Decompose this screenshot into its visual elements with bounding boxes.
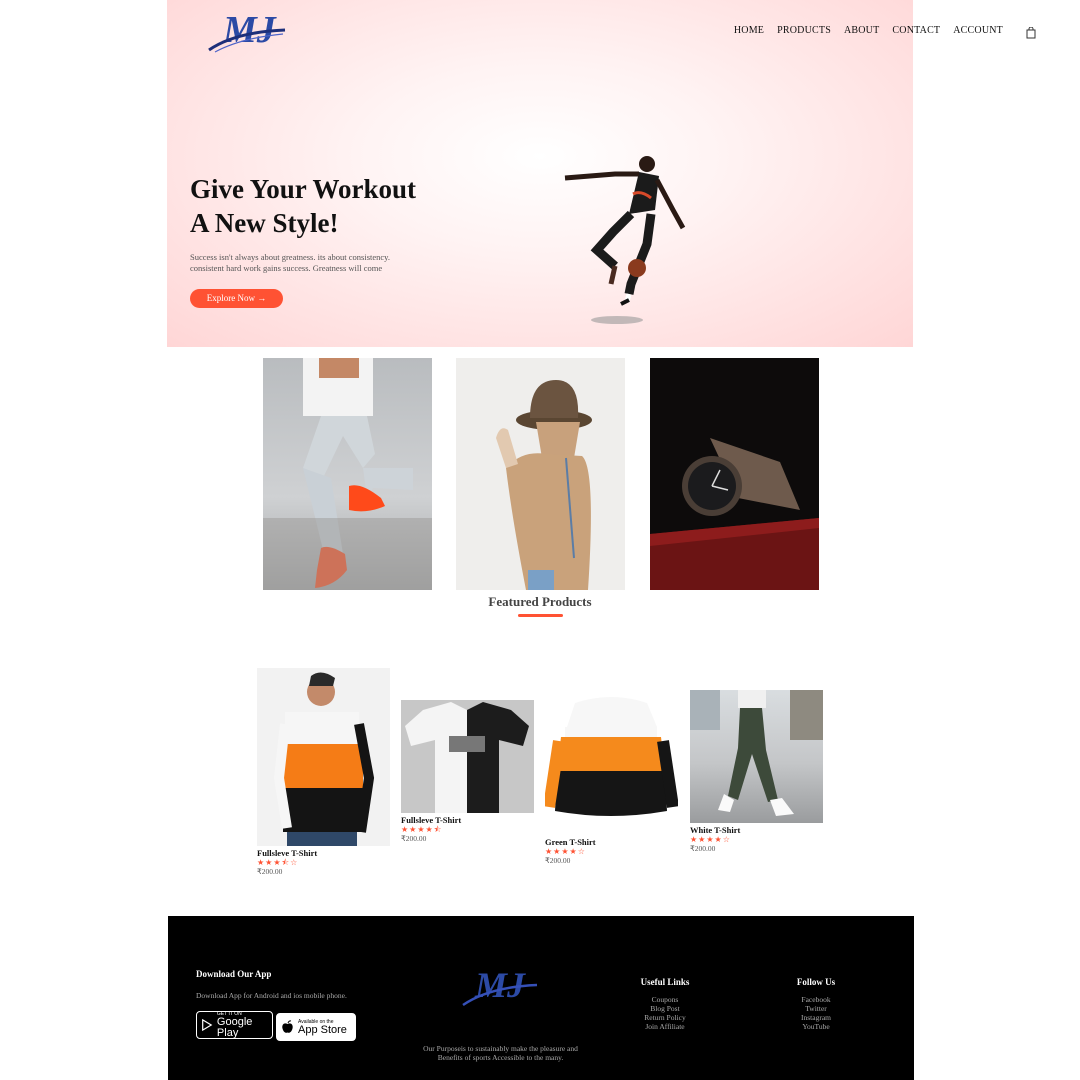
footer-logo[interactable]: MJ bbox=[461, 963, 541, 1011]
app-store-badge[interactable]: Available on the App Store bbox=[276, 1013, 356, 1041]
rating-stars: ★★★★☆ bbox=[690, 835, 731, 844]
hero-title-line2: A New Style! bbox=[190, 208, 339, 238]
useful-links-title: Useful Links bbox=[640, 977, 690, 987]
product-card[interactable]: Fullsleve T-Shirt ★★★⯪☆ ₹200.00 bbox=[257, 668, 390, 876]
footer: Download Our App Download App for Androi… bbox=[168, 916, 914, 1080]
product-price: ₹200.00 bbox=[401, 834, 427, 843]
download-app-text: Download App for Android and ios mobile … bbox=[196, 991, 347, 1000]
featured-products-title: Featured Products bbox=[488, 594, 592, 609]
product-image[interactable] bbox=[545, 687, 678, 835]
footer-link-join-affiliate[interactable]: Join Affiliate bbox=[615, 1022, 715, 1031]
google-play-icon bbox=[202, 1018, 213, 1032]
download-app-title: Download Our App bbox=[196, 969, 272, 979]
useful-links-column: Useful Links Coupons Blog Post Return Po… bbox=[615, 977, 715, 1031]
footer-link-facebook[interactable]: Facebook bbox=[766, 995, 866, 1004]
hero-subtitle-line1: Success isn't always about greatness. it… bbox=[190, 252, 390, 262]
product-name[interactable]: Fullsleve T-Shirt bbox=[257, 848, 390, 858]
product-price: ₹200.00 bbox=[690, 844, 716, 853]
footer-link-instagram[interactable]: Instagram bbox=[766, 1013, 866, 1022]
shopping-bag-icon[interactable] bbox=[1026, 24, 1036, 39]
category-men-image[interactable] bbox=[263, 358, 432, 590]
follow-us-column: Follow Us Facebook Twitter Instagram You… bbox=[766, 977, 866, 1031]
nav-home[interactable]: HOME bbox=[734, 25, 764, 36]
featured-title-underline bbox=[518, 614, 563, 617]
category-women-image[interactable] bbox=[456, 358, 625, 590]
product-image[interactable] bbox=[257, 668, 390, 846]
google-badge-big: Google Play bbox=[216, 1016, 253, 1039]
hero-title: Give Your Workout A New Style! bbox=[190, 172, 416, 240]
svg-text:MJ: MJ bbox=[474, 965, 526, 1005]
product-image[interactable] bbox=[401, 700, 534, 813]
footer-link-twitter[interactable]: Twitter bbox=[766, 1004, 866, 1013]
category-accessories-image[interactable] bbox=[650, 358, 819, 590]
brand-logo[interactable]: MJ bbox=[205, 6, 289, 56]
product-card[interactable]: Fullsleve T-Shirt ★★★★⯪ ₹200.00 bbox=[401, 700, 534, 843]
nav-contact[interactable]: CONTACT bbox=[892, 25, 940, 36]
footer-link-youtube[interactable]: YouTube bbox=[766, 1022, 866, 1031]
product-price: ₹200.00 bbox=[545, 856, 571, 865]
hero-subtitle: Success isn't always about greatness. it… bbox=[190, 252, 420, 273]
hero-title-line1: Give Your Workout bbox=[190, 174, 417, 204]
explore-now-button[interactable]: Explore Now → bbox=[190, 289, 283, 308]
hero-subtitle-line2: consistent hard work gains success. Grea… bbox=[190, 262, 383, 273]
nav-products[interactable]: PRODUCTS bbox=[777, 25, 831, 36]
footer-link-return-policy[interactable]: Return Policy bbox=[615, 1013, 715, 1022]
nav-about[interactable]: ABOUT bbox=[844, 25, 879, 36]
product-card[interactable]: Green T-Shirt ★★★★☆ ₹200.00 bbox=[545, 687, 678, 865]
rating-stars: ★★★★☆ bbox=[545, 847, 586, 856]
nav-account[interactable]: ACCOUNT bbox=[953, 25, 1003, 36]
rating-stars: ★★★★⯪ bbox=[401, 825, 443, 834]
footer-purpose: Our Purposeis to sustainably make the pl… bbox=[388, 1044, 613, 1062]
main-nav: HOME PRODUCTS ABOUT CONTACT ACCOUNT bbox=[734, 24, 1036, 39]
product-name[interactable]: White T-Shirt bbox=[690, 825, 823, 835]
footer-link-coupons[interactable]: Coupons bbox=[615, 995, 715, 1004]
google-play-badge[interactable]: GET IT ON Google Play bbox=[196, 1011, 273, 1039]
footer-purpose-line1: Our Purposeis to sustainably make the pl… bbox=[423, 1044, 578, 1053]
product-name[interactable]: Green T-Shirt bbox=[545, 837, 678, 847]
footer-purpose-line2: Benefits of sports Accessible to the man… bbox=[437, 1053, 564, 1062]
product-price: ₹200.00 bbox=[257, 867, 283, 876]
product-name[interactable]: Fullsleve T-Shirt bbox=[401, 815, 534, 825]
footer-link-blog-post[interactable]: Blog Post bbox=[615, 1004, 715, 1013]
product-image[interactable] bbox=[690, 690, 823, 823]
hero-athlete-image bbox=[555, 152, 695, 332]
product-card[interactable]: White T-Shirt ★★★★☆ ₹200.00 bbox=[690, 690, 823, 853]
app-store-badge-big: App Store bbox=[298, 1023, 347, 1036]
rating-stars: ★★★⯪☆ bbox=[257, 858, 299, 867]
follow-us-title: Follow Us bbox=[796, 977, 836, 987]
apple-icon bbox=[282, 1020, 293, 1033]
